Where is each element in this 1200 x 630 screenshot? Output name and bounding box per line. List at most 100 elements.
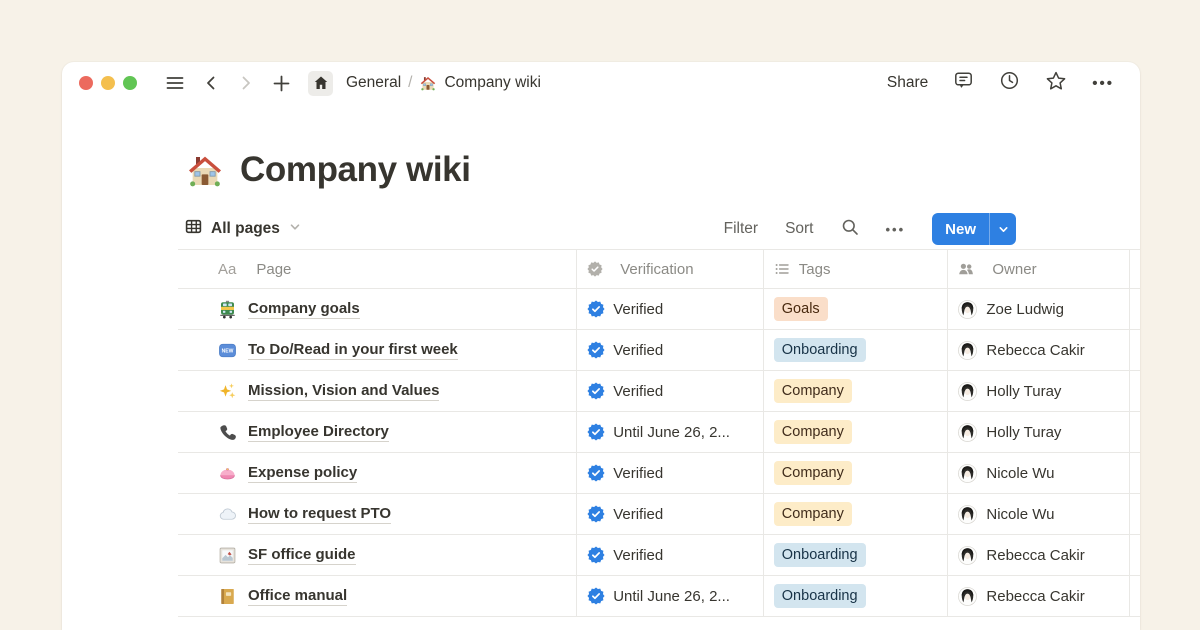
table-row[interactable]: Employee Directory Until June 26, 2... C…	[178, 412, 1140, 453]
home-icon[interactable]	[308, 71, 333, 96]
sparkles-icon	[218, 382, 237, 401]
owner-cell[interactable]: Rebecca Cakir	[948, 330, 1130, 370]
app-window: General / Company wiki Share ••• Company…	[62, 62, 1140, 630]
share-button[interactable]: Share	[887, 74, 928, 92]
table-row[interactable]: Company goals Verified Goals Zoe Ludwig	[178, 289, 1140, 330]
new-button-label[interactable]: New	[932, 213, 989, 245]
close-window-button[interactable]	[79, 76, 93, 90]
page-link[interactable]: Expense policy	[248, 464, 357, 483]
owner-cell[interactable]: Rebecca Cakir	[948, 576, 1130, 616]
page-cell[interactable]: NEW To Do/Read in your first week	[178, 330, 577, 370]
column-label: Verification	[620, 261, 693, 278]
page-cell[interactable]: SF office guide	[178, 535, 577, 575]
view-name: All pages	[211, 220, 280, 238]
column-header-owner[interactable]: Owner	[948, 250, 1130, 288]
table-row[interactable]: Mission, Vision and Values Verified Comp…	[178, 371, 1140, 412]
filter-button[interactable]: Filter	[724, 220, 758, 238]
updates-clock-icon[interactable]	[999, 70, 1020, 96]
tags-cell[interactable]: Goals	[764, 289, 949, 329]
page-title-text[interactable]: Company wiki	[240, 150, 471, 190]
tag-pill[interactable]: Company	[774, 502, 852, 526]
tags-cell[interactable]: Company	[764, 371, 949, 411]
breadcrumb-page[interactable]: Company wiki	[444, 74, 540, 92]
verification-text: Verified	[613, 342, 663, 359]
tag-pill[interactable]: Goals	[774, 297, 828, 321]
tag-pill[interactable]: Onboarding	[774, 543, 866, 567]
more-options-icon[interactable]: •••	[1092, 75, 1114, 92]
verification-cell[interactable]: Verified	[577, 289, 764, 329]
avatar	[958, 505, 977, 524]
tags-cell[interactable]: Company	[764, 453, 949, 493]
tags-cell[interactable]: Onboarding	[764, 576, 949, 616]
new-button[interactable]: New	[932, 213, 1016, 245]
owner-cell[interactable]: Nicole Wu	[948, 494, 1130, 534]
column-header-page[interactable]: Aa Page	[178, 250, 577, 288]
verification-cell[interactable]: Verified	[577, 535, 764, 575]
table-row[interactable]: SF office guide Verified Onboarding Rebe…	[178, 535, 1140, 576]
tags-cell[interactable]: Company	[764, 412, 949, 452]
page-cell[interactable]: Company goals	[178, 289, 577, 329]
comments-icon[interactable]	[953, 70, 974, 96]
page-link[interactable]: Company goals	[248, 300, 360, 319]
new-tab-plus-icon[interactable]	[272, 74, 291, 93]
zoom-window-button[interactable]	[123, 76, 137, 90]
table-row[interactable]: Expense policy Verified Company Nicole W…	[178, 453, 1140, 494]
view-options-icon[interactable]: •••	[886, 222, 906, 237]
page-link[interactable]: Employee Directory	[248, 423, 389, 442]
tag-pill[interactable]: Onboarding	[774, 584, 866, 608]
new-button-chevron-icon[interactable]	[989, 213, 1016, 245]
page-cell[interactable]: Office manual	[178, 576, 577, 616]
owner-name: Zoe Ludwig	[986, 301, 1064, 318]
verification-cell[interactable]: Verified	[577, 453, 764, 493]
table-row[interactable]: NEW To Do/Read in your first week Verifi…	[178, 330, 1140, 371]
verification-text: Verified	[613, 465, 663, 482]
breadcrumb-workspace[interactable]: General	[346, 74, 401, 92]
phone-icon	[218, 423, 237, 442]
page-link[interactable]: SF office guide	[248, 546, 356, 565]
view-switcher[interactable]: All pages	[185, 218, 301, 240]
verification-cell[interactable]: Verified	[577, 494, 764, 534]
tags-cell[interactable]: Onboarding	[764, 330, 949, 370]
forward-icon[interactable]	[237, 74, 255, 92]
page-link[interactable]: Mission, Vision and Values	[248, 382, 439, 401]
page-cell[interactable]: Expense policy	[178, 453, 577, 493]
column-filler	[1130, 250, 1140, 288]
verification-cell[interactable]: Verified	[577, 371, 764, 411]
owner-cell[interactable]: Holly Turay	[948, 412, 1130, 452]
verified-badge-icon	[587, 464, 605, 482]
verified-badge-icon	[587, 423, 605, 441]
page-link[interactable]: Office manual	[248, 587, 347, 606]
tags-cell[interactable]: Company	[764, 494, 949, 534]
back-icon[interactable]	[202, 74, 220, 92]
favorite-star-icon[interactable]	[1045, 70, 1067, 97]
tag-pill[interactable]: Onboarding	[774, 338, 866, 362]
page-link[interactable]: To Do/Read in your first week	[248, 341, 458, 360]
verification-cell[interactable]: Until June 26, 2...	[577, 412, 764, 452]
owner-cell[interactable]: Rebecca Cakir	[948, 535, 1130, 575]
verification-cell[interactable]: Verified	[577, 330, 764, 370]
page-cell[interactable]: Mission, Vision and Values	[178, 371, 577, 411]
column-header-tags[interactable]: Tags	[764, 250, 949, 288]
page-link[interactable]: How to request PTO	[248, 505, 391, 524]
tag-pill[interactable]: Company	[774, 461, 852, 485]
verified-badge-icon	[587, 587, 605, 605]
search-icon[interactable]	[841, 218, 859, 241]
sort-button[interactable]: Sort	[785, 220, 813, 238]
minimize-window-button[interactable]	[101, 76, 115, 90]
column-header-verification[interactable]: Verification	[577, 250, 764, 288]
verification-cell[interactable]: Until June 26, 2...	[577, 576, 764, 616]
owner-cell[interactable]: Nicole Wu	[948, 453, 1130, 493]
toolbar-actions: Filter Sort ••• New	[724, 213, 1016, 245]
table-view-icon	[185, 218, 202, 240]
tag-pill[interactable]: Company	[774, 420, 852, 444]
sidebar-menu-icon[interactable]	[165, 73, 185, 93]
owner-cell[interactable]: Holly Turay	[948, 371, 1130, 411]
tag-pill[interactable]: Company	[774, 379, 852, 403]
table-row[interactable]: How to request PTO Verified Company Nico…	[178, 494, 1140, 535]
table-row[interactable]: Office manual Until June 26, 2... Onboar…	[178, 576, 1140, 617]
page-cell[interactable]: How to request PTO	[178, 494, 577, 534]
page-cell[interactable]: Employee Directory	[178, 412, 577, 452]
avatar	[958, 382, 977, 401]
owner-cell[interactable]: Zoe Ludwig	[948, 289, 1130, 329]
tags-cell[interactable]: Onboarding	[764, 535, 949, 575]
